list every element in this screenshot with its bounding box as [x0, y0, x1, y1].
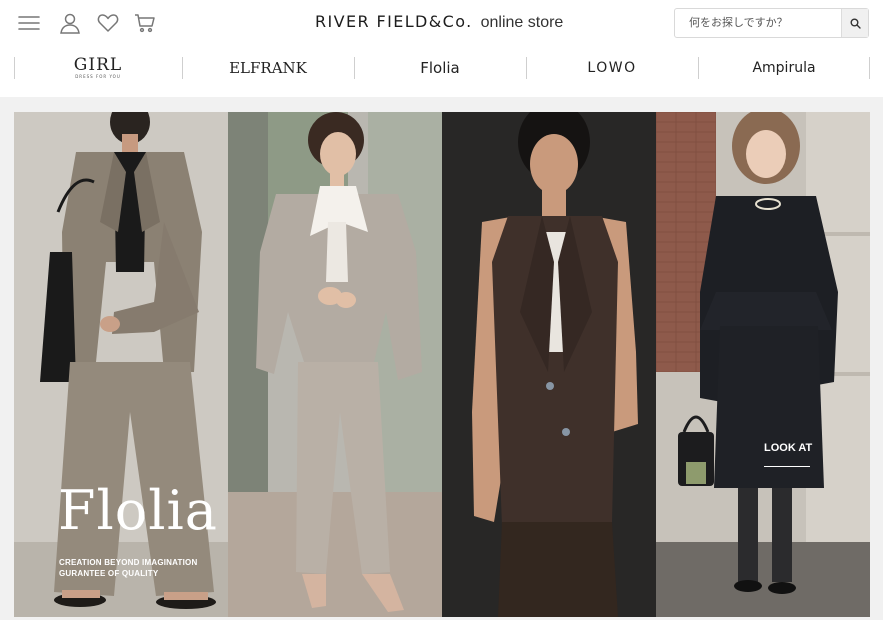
logo-main-text: RIVER FIELD&Co.	[315, 12, 473, 31]
hero-tagline-2: GURANTEE OF QUALITY	[59, 569, 159, 578]
hero-photo-grey-suit	[228, 112, 442, 617]
logo-sub-text: online store	[480, 14, 564, 31]
brand-link-ampirula[interactable]: Ampirula	[698, 54, 870, 82]
search-box	[674, 8, 869, 38]
hero-tagline-1: CREATION BEYOND IMAGINATION	[59, 558, 198, 567]
cart-icon[interactable]	[133, 12, 157, 34]
hero-banner[interactable]: Flolia CREATION BEYOND IMAGINATION GURAN…	[14, 112, 870, 617]
heart-icon[interactable]	[96, 12, 120, 34]
brand-link-elfrank[interactable]: ELFRANK	[182, 54, 354, 82]
brand-label: Flolia	[420, 59, 460, 77]
brand-sublabel: DRESS FOR YOU	[75, 74, 121, 79]
site-logo[interactable]: RIVER FIELD&Co. online store	[315, 12, 563, 36]
brand-label: LOWO	[587, 60, 637, 76]
user-icon[interactable]	[58, 12, 82, 34]
site-header: RIVER FIELD&Co. online store	[0, 0, 883, 46]
brand-nav: GIRL DRESS FOR YOU ELFRANK Flolia LOWO A…	[14, 54, 870, 82]
search-icon	[850, 18, 861, 29]
search-button[interactable]	[841, 9, 868, 37]
look-at-link[interactable]: LOOK AT	[764, 442, 812, 454]
hero-photo-black-suit	[656, 112, 870, 617]
brand-link-flolia[interactable]: Flolia	[354, 54, 526, 82]
brand-label: ELFRANK	[229, 59, 307, 77]
brand-link-lowo[interactable]: LOWO	[526, 54, 698, 82]
brand-link-girl[interactable]: GIRL DRESS FOR YOU	[14, 54, 182, 82]
hero-title: Flolia	[58, 479, 218, 542]
girl-logo: GIRL DRESS FOR YOU	[74, 57, 122, 79]
search-input[interactable]	[675, 9, 841, 37]
brand-label: Ampirula	[752, 60, 816, 76]
hero-photo-brown-vest	[442, 112, 656, 617]
menu-icon[interactable]	[17, 12, 41, 34]
look-at-underline	[764, 466, 810, 467]
brand-label: GIRL	[73, 55, 123, 75]
